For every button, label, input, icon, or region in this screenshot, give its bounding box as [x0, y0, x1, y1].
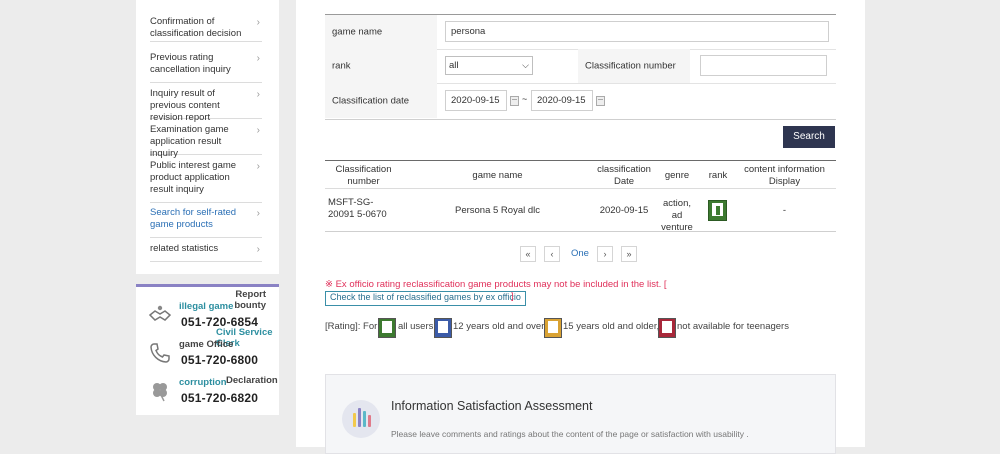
rank-select-value: all — [449, 60, 459, 71]
rating-all-users-icon — [378, 318, 396, 338]
contact-game-office: Civil Service Clerk game Office 051-720-… — [148, 327, 276, 369]
date-to-input[interactable]: 2020-09-15 — [531, 90, 593, 111]
sidebar-item-content-revision[interactable]: Inquiry result of previous content revis… — [150, 88, 262, 123]
sidebar-item-rating-cancellation[interactable]: Previous rating cancellation inquiry › — [150, 52, 262, 83]
phone-icon — [150, 343, 170, 363]
cell-classification-number: MSFT-SG-20091 5-0670 — [328, 197, 387, 220]
page-last-button[interactable]: » — [621, 246, 637, 262]
clover-icon — [153, 383, 167, 402]
page-first-button[interactable]: « — [520, 246, 536, 262]
chevron-right-icon: › — [256, 125, 260, 136]
rating-all-label: all users — [398, 321, 434, 332]
contact-label: corruption — [179, 377, 227, 388]
sidebar-item-classification-decision[interactable]: Confirmation of classification decision … — [150, 16, 262, 42]
chevron-right-icon: › — [256, 208, 260, 219]
contact-phone-number[interactable]: 051-720-6800 — [181, 353, 258, 367]
sidebar-item-label: Confirmation of classification decision — [150, 16, 242, 39]
classification-date-label: Classification date — [325, 83, 437, 118]
classification-number-label: Classification number — [578, 49, 690, 83]
chevron-right-icon: › — [256, 161, 260, 172]
contact-phone-number[interactable]: 051-720-6820 — [181, 391, 258, 405]
game-name-input[interactable]: persona — [445, 21, 829, 42]
form-row-game-name: game name persona — [325, 15, 836, 50]
contact-illegal-game: Report bounty illegal game 051-720-6854 — [148, 289, 276, 331]
rating-all-users-icon — [708, 200, 727, 221]
sidebar-item-self-rated-search[interactable]: Search for self-rated game products › — [150, 207, 262, 238]
left-sidebar-menu: Confirmation of classification decision … — [136, 0, 279, 274]
contact-label: illegal game — [179, 301, 234, 312]
contact-label-secondary: Declaration — [226, 375, 278, 386]
chevron-right-icon: › — [256, 53, 260, 64]
chevron-right-icon: › — [256, 244, 260, 255]
handshake-icon — [148, 305, 172, 321]
calendar-icon[interactable] — [510, 96, 519, 106]
table-row[interactable]: MSFT-SG-20091 5-0670 Persona 5 Royal dlc… — [325, 189, 836, 233]
column-header-classification-date: classification Date — [597, 164, 651, 187]
rank-label: rank — [325, 49, 437, 83]
cell-game-name[interactable]: Persona 5 Royal dlc — [425, 205, 570, 217]
assessment-title: Information Satisfaction Assessment — [391, 399, 593, 413]
calendar-icon[interactable] — [596, 96, 605, 106]
column-header-genre: genre — [664, 170, 690, 181]
assessment-subtitle: Please leave comments and ratings about … — [391, 429, 749, 439]
contact-box: Report bounty illegal game 051-720-6854 … — [136, 284, 279, 415]
column-header-rank: rank — [708, 170, 728, 181]
cell-genre: action, ad venture — [661, 198, 693, 233]
table-header: Classification number game name classifi… — [325, 161, 836, 189]
chevron-right-icon: › — [256, 89, 260, 100]
form-row-rank: rank all ⌵ Classification number — [325, 49, 836, 84]
sidebar-item-label: Public interest game product application… — [150, 160, 237, 195]
column-header-content-info: content information Display — [744, 164, 825, 187]
survey-icon — [342, 400, 380, 438]
search-button[interactable]: Search — [783, 126, 835, 148]
rating-adult-icon — [658, 318, 676, 338]
satisfaction-assessment-panel: Information Satisfaction Assessment Plea… — [325, 374, 836, 454]
sidebar-item-label: related statistics — [150, 243, 219, 254]
rating-adult-label: not available for teenagers — [677, 321, 789, 332]
sidebar-item-public-interest[interactable]: Public interest game product application… — [150, 160, 262, 203]
form-row-classification-date: Classification date 2020-09-15 ~ 2020-09… — [325, 83, 836, 118]
rank-select[interactable]: all ⌵ — [445, 56, 533, 75]
rating-15-label: 15 years old and older, — [563, 321, 660, 332]
date-from-input[interactable]: 2020-09-15 — [445, 90, 507, 111]
contact-label: game Office — [179, 339, 234, 350]
chevron-right-icon: › — [256, 17, 260, 28]
cell-classification-date: 2020-09-15 — [599, 205, 649, 216]
page-current[interactable]: One — [571, 246, 589, 262]
main-content: game name persona rank all ⌵ Classificat… — [296, 0, 865, 454]
rating-15-icon — [544, 318, 562, 338]
results-table: Classification number game name classifi… — [325, 160, 836, 233]
chevron-down-icon: ⌵ — [522, 60, 529, 70]
sidebar-item-label: Previous rating cancellation inquiry — [150, 52, 231, 75]
rating-12-label: 12 years old and over, — [453, 321, 547, 332]
sidebar-item-label: Examination game application result inqu… — [150, 124, 229, 159]
game-name-label: game name — [325, 15, 437, 49]
reclassified-list-link[interactable]: Check the list of reclassified games by … — [325, 291, 526, 306]
page-prev-button[interactable]: ‹ — [544, 246, 560, 262]
rating-12-icon — [434, 318, 452, 338]
reclassification-notice: ※ Ex officio rating reclassification gam… — [325, 279, 667, 290]
sidebar-item-examination-result[interactable]: Examination game application result inqu… — [150, 124, 262, 159]
column-header-game-name: game name — [472, 170, 523, 181]
notice-close-bracket: ] — [511, 291, 514, 302]
cell-content-info: - — [782, 205, 787, 216]
contact-corruption: Declaration corruption 051-720-6820 — [148, 371, 278, 407]
rating-legend-prefix: [Rating]: For — [325, 321, 378, 332]
date-range-separator: ~ — [522, 94, 528, 104]
classification-number-input[interactable] — [700, 55, 827, 76]
column-header-classification-number: Classification number — [335, 164, 392, 187]
sidebar-item-label: Inquiry result of previous content revis… — [150, 88, 220, 123]
sidebar-item-label: Search for self-rated game products — [150, 207, 237, 230]
page-next-button[interactable]: › — [597, 246, 613, 262]
sidebar-item-related-statistics[interactable]: related statistics › — [150, 243, 262, 262]
search-form: game name persona rank all ⌵ Classificat… — [325, 14, 836, 120]
